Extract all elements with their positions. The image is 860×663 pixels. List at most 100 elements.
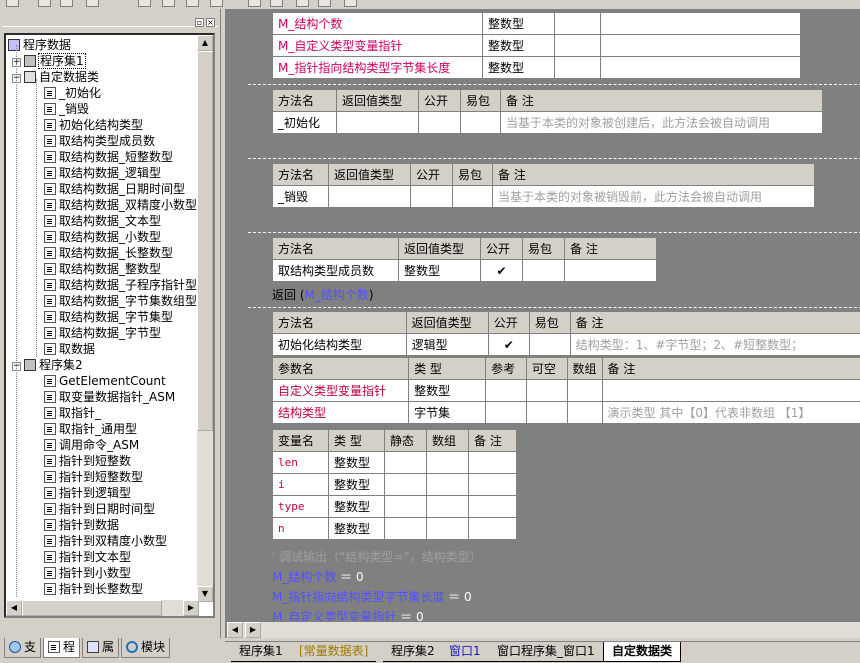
tree-item-set1[interactable]: 程序集1 [24,53,86,69]
scroll-thumb[interactable] [197,51,213,431]
tab-properties[interactable]: 属 [82,638,120,658]
var-remark[interactable] [600,56,801,79]
toolbar-button[interactable] [86,0,99,7]
code-comment-line[interactable]: ' 调试输出（“结构类型=”，结构类型） [272,547,482,567]
tree-item-sub[interactable]: 指针到日期时间型 [44,501,155,517]
tree-item-method[interactable]: 取结构数据_双精度小数型 [44,197,197,213]
code-editor[interactable]: M_结构个数 整数型 M_自定义类型变量指针 整数型 M_指针指向结构类型字节集长度… [225,9,860,638]
param-name[interactable]: 自定义类型变量指针 [271,379,410,402]
local-type[interactable]: 整数型 [328,495,385,518]
scroll-thumb[interactable] [22,600,162,616]
tab-set2[interactable]: 程序集2 [383,642,443,662]
scroll-right-icon[interactable]: ▶ [245,622,261,638]
public-check-icon[interactable]: ✔ [487,333,530,356]
tree-item-sub[interactable]: 指针到逻辑型 [44,485,131,501]
method-remark[interactable]: 当基于本类的对象被销毁前，此方法会被自动调用 [492,185,815,208]
tree-item-sub[interactable]: 取指针_ [44,405,101,421]
pane-close-icon[interactable]: × [206,18,215,27]
scroll-left-icon[interactable]: ◀ [227,622,243,638]
method-return-type[interactable]: 整数型 [398,259,481,282]
tree-item-method[interactable]: 取数据 [44,341,95,357]
toolbar-button[interactable] [138,0,151,7]
toolbar-button[interactable] [186,0,199,7]
toolbar-button[interactable] [38,0,51,7]
tree-item-sub[interactable]: 调用命令_ASM [44,437,139,453]
tree-item-method[interactable]: 取结构数据_字节集数组型 [44,293,197,309]
toolbar-button[interactable] [60,0,73,7]
local-name[interactable]: type [272,495,329,518]
var-remark[interactable] [600,34,801,57]
tree-item-method[interactable]: 取结构数据_日期时间型 [44,181,185,197]
toolbar-button[interactable] [344,0,357,7]
tree-item-sub[interactable]: GetElementCount [44,373,166,389]
tab-support[interactable]: 支 [4,638,42,658]
var-cell[interactable] [554,34,601,57]
code-line-return[interactable]: 返回 (M_结构个数) [272,285,374,305]
local-type[interactable]: 整数型 [328,473,385,496]
param-type[interactable]: 字节集 [408,401,487,424]
param-name[interactable]: 结构类型 [271,401,410,424]
toolbar-button[interactable] [296,0,309,7]
method-remark[interactable]: 当基于本类的对象被创建后，此方法会被自动调用 [500,111,823,134]
tree-item-method[interactable]: 取结构数据_文本型 [44,213,161,229]
tree-item-sub[interactable]: 指针到文本型 [44,549,131,565]
tree-item-method[interactable]: _销毁 [44,101,89,117]
tree-item-sub[interactable]: 取变量数据指针_ASM [44,389,175,405]
var-cell[interactable] [554,12,601,35]
method-return-type[interactable]: 逻辑型 [405,333,489,356]
public-check-icon[interactable]: ✔ [480,259,523,282]
method-name[interactable]: _销毁 [272,185,329,208]
tree-item-sub[interactable]: 指针到双精度小数型 [44,533,167,549]
tree-item-method[interactable]: 取结构数据_小数型 [44,229,161,245]
tree-item-sub[interactable]: 指针到数据 [44,517,119,533]
scroll-up-icon[interactable]: ▲ [197,35,213,51]
toolbar-button[interactable] [318,0,331,7]
toolbar-button[interactable] [210,0,223,7]
tree-item-sub[interactable]: 取指针_通用型 [44,421,137,437]
tab-custom-class[interactable]: 自定数据类 [603,642,682,662]
pane-restore-icon[interactable]: ▫ [195,18,204,27]
tree-item-sub[interactable]: 指针到短整数 [44,453,131,469]
var-name[interactable]: M_指针指向结构类型字节集长度 [272,56,483,79]
tree-item-method[interactable]: 取结构类型成员数 [44,133,155,149]
tree-item-method[interactable]: 取结构数据_长整数型 [44,245,173,261]
project-tree[interactable]: 程序数据 + 程序集1− 自定数据类 _初始化 _销毁 初始化结构类型 取结构类型成员数 取结构… [4,33,215,618]
var-type[interactable]: 整数型 [482,12,555,35]
scroll-left-icon[interactable]: ◀ [6,600,22,616]
local-type[interactable]: 整数型 [328,451,385,474]
method-name[interactable]: 取结构类型成员数 [272,259,399,282]
code-line[interactable]: M_自定义类型变量指针 ＝ 0 [272,607,424,621]
tree-item-set2[interactable]: 程序集2 [24,357,83,373]
tree-root[interactable]: 程序数据 [8,37,71,53]
tab-modules[interactable]: 模块 [121,638,171,658]
var-name[interactable]: M_自定义类型变量指针 [272,34,483,57]
tree-item-method[interactable]: 取结构数据_逻辑型 [44,165,161,181]
tab-program[interactable]: 程 [43,638,81,658]
local-name[interactable]: len [272,451,329,474]
local-name[interactable]: n [272,517,329,540]
tree-vertical-scrollbar[interactable]: ▲ ▼ [197,35,213,602]
tab-set1[interactable]: 程序集1 [231,642,291,662]
tree-item-method[interactable]: 取结构数据_子程序指针型 [44,277,197,293]
toolbar-button[interactable] [162,0,175,7]
code-line[interactable]: M_结构个数 ＝ 0 [272,567,364,587]
var-type[interactable]: 整数型 [482,56,555,79]
local-name[interactable]: i [272,473,329,496]
tree-item-method[interactable]: 取结构数据_字节型 [44,325,161,341]
tree-item-method[interactable]: 取结构数据_字节集型 [44,309,173,325]
code-content[interactable]: M_结构个数 整数型 M_自定义类型变量指针 整数型 M_指针指向结构类型字节集长度… [248,9,860,621]
toolbar-button[interactable] [270,0,283,7]
var-remark[interactable] [600,12,801,35]
tree-item-sub[interactable]: 指针到小数型 [44,565,131,581]
method-remark[interactable]: 结构类型：1、#字节型；2、#短整数型； [569,333,860,356]
tree-item-method[interactable]: 取结构数据_短整数型 [44,149,173,165]
editor-horizontal-scrollbar[interactable]: ◀ ▶ [227,621,860,638]
tree-horizontal-scrollbar[interactable]: ◀ ▶ [6,600,199,616]
param-type[interactable]: 整数型 [408,379,487,402]
var-type[interactable]: 整数型 [482,34,555,57]
tab-const-table[interactable]: [常量数据表] [291,642,377,662]
var-cell[interactable] [554,56,601,79]
code-line[interactable]: M_指针指向结构类型字节集长度 ＝ 0 [272,587,472,607]
method-name[interactable]: _初始化 [272,111,337,134]
tab-window-set[interactable]: 窗口程序集_窗口1 [489,642,603,662]
